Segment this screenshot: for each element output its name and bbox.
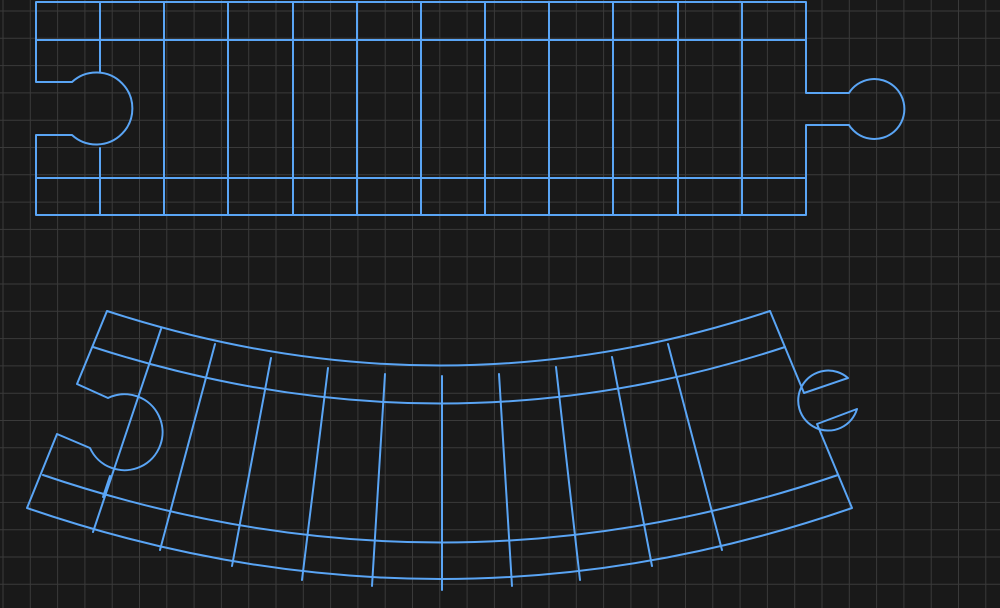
design-canvas[interactable] [0,0,1000,608]
